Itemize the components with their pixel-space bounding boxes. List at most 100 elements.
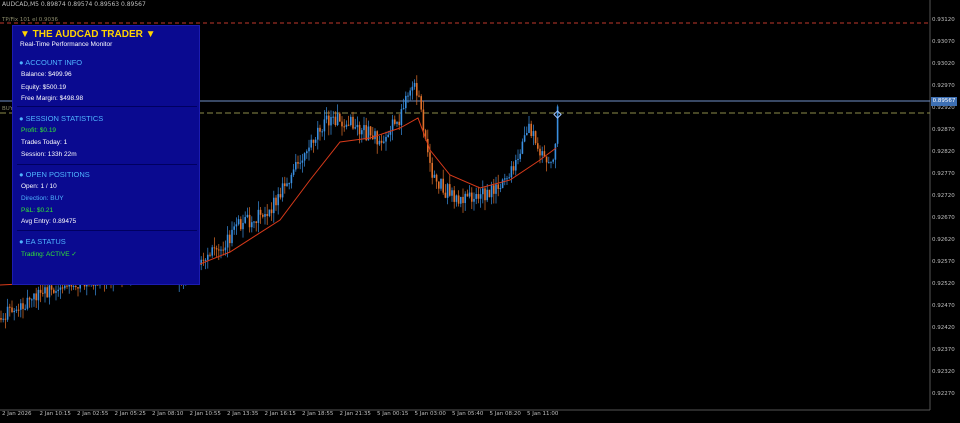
time-tick-label: 2 Jan 02:55 <box>77 411 109 417</box>
candle-body <box>387 134 389 137</box>
candle-body <box>477 194 480 199</box>
price-tick-label: 0.92620 <box>932 237 955 243</box>
candle-body <box>464 193 466 204</box>
price-tick-label: 0.92320 <box>932 369 955 375</box>
candle-body <box>262 214 264 217</box>
candle-body <box>479 194 482 199</box>
panel-subtitle: Real-Time Performance Monitor <box>20 41 113 48</box>
candle-body <box>244 217 246 223</box>
profit-value: Profit: $0.19 <box>21 127 57 134</box>
candle-body <box>268 209 271 217</box>
candle-body <box>211 247 213 256</box>
candle-body <box>279 194 282 198</box>
candle-body <box>506 178 508 180</box>
candle-body <box>13 310 15 313</box>
candle-body <box>57 289 59 292</box>
candle-body <box>242 222 244 230</box>
candle-body <box>2 318 4 320</box>
candle-body <box>336 113 339 126</box>
candle-body <box>444 192 447 198</box>
divider <box>17 230 197 231</box>
candle-body <box>4 318 7 320</box>
candle-body <box>11 307 13 313</box>
candle-body <box>31 299 33 301</box>
candle-body <box>64 285 66 289</box>
candle-body <box>259 209 262 215</box>
candle-body <box>231 229 233 244</box>
candle-body <box>383 141 385 143</box>
candle-body <box>215 248 218 250</box>
time-tick-label: 2 Jan 10:55 <box>189 411 221 417</box>
price-tick-label: 0.93120 <box>932 17 955 23</box>
candle-body <box>409 90 411 96</box>
candle-body <box>341 121 343 127</box>
session-time-value: Session: 133h 22m <box>21 151 77 158</box>
price-tick-label: 0.92670 <box>932 215 955 221</box>
candle-body <box>75 286 77 288</box>
candle-body <box>548 162 550 164</box>
candle-body <box>22 303 24 309</box>
price-tick-label: 0.92720 <box>932 193 955 199</box>
candle-body <box>207 254 209 260</box>
divider <box>17 106 197 107</box>
open-count-value: Open: 1 / 10 <box>21 183 57 190</box>
candle-body <box>433 174 436 178</box>
balance-value: Balance: $499.96 <box>21 71 72 78</box>
candle-body <box>317 127 319 140</box>
candle-body <box>488 189 491 198</box>
candle-body <box>17 309 20 311</box>
candle-body <box>446 184 449 198</box>
candle-body <box>224 247 227 251</box>
candle-body <box>202 259 205 261</box>
candle-body <box>413 83 416 87</box>
time-tick-label: 5 Jan 11:00 <box>527 411 559 417</box>
candle-body <box>48 285 51 298</box>
trades-today-value: Trades Today: 1 <box>21 139 68 146</box>
candle-body <box>35 293 37 301</box>
candle-body <box>486 189 488 201</box>
candle-body <box>418 95 420 97</box>
pl-value: P&L: $0.21 <box>21 207 54 214</box>
candle-body <box>391 119 394 131</box>
candle-body <box>521 141 524 154</box>
candle-body <box>339 113 341 122</box>
candle-body <box>240 219 242 230</box>
candle-body <box>378 140 381 145</box>
candle-body <box>50 285 53 290</box>
candle-body <box>396 121 398 124</box>
candle-body <box>442 178 444 193</box>
candle-body <box>528 123 530 134</box>
time-tick-label: 2 Jan 21:35 <box>339 411 371 417</box>
candle-body <box>255 221 257 223</box>
candle-body <box>303 153 306 161</box>
candle-body <box>308 147 310 152</box>
candle-body <box>328 115 330 126</box>
candle-body <box>53 289 55 293</box>
candle-body <box>77 287 79 289</box>
candle-body <box>314 139 317 143</box>
candle-body <box>299 162 301 164</box>
direction-value: Direction: BUY <box>21 195 64 202</box>
time-tick-label: 2 Jan 08:10 <box>152 411 184 417</box>
candle-body <box>435 174 438 182</box>
candle-body <box>28 297 31 300</box>
candle-body <box>270 209 273 214</box>
candle-body <box>484 188 486 201</box>
candle-body <box>295 162 297 170</box>
candle-body <box>440 178 442 189</box>
time-tick-label: 2 Jan 10:15 <box>39 411 71 417</box>
candle-body <box>552 159 554 162</box>
divider <box>17 164 197 165</box>
candle-body <box>257 209 260 223</box>
candle-body <box>539 148 541 156</box>
candle-body <box>301 160 304 163</box>
candle-body <box>46 287 48 298</box>
time-tick-label: 5 Jan 08:20 <box>489 411 521 417</box>
candle-body <box>55 291 57 293</box>
candle-body <box>37 289 40 301</box>
candle-body <box>517 158 519 161</box>
candle-body <box>493 185 495 194</box>
candle-body <box>422 109 425 131</box>
candle-body <box>44 287 46 294</box>
candle-body <box>26 297 29 309</box>
